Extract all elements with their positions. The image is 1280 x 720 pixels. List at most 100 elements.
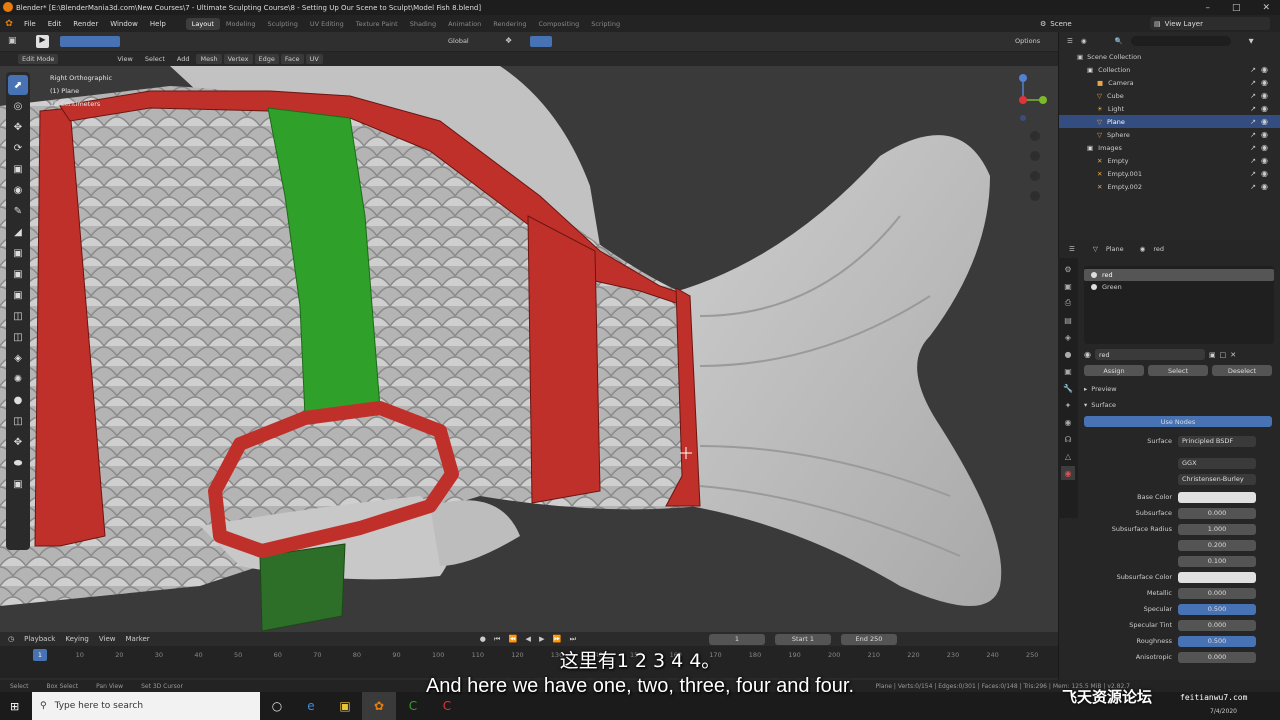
poly-build-icon[interactable]: ◈	[8, 348, 28, 368]
menu-mesh[interactable]: Mesh	[196, 54, 222, 64]
measure-icon[interactable]: ◢	[8, 222, 28, 242]
menu-playback[interactable]: Playback	[24, 635, 55, 643]
minimize-icon[interactable]: –	[1205, 3, 1210, 13]
selectable-icon[interactable]: ↗	[1250, 79, 1256, 87]
tab-animation[interactable]: Animation	[442, 18, 487, 30]
selectable-icon[interactable]: ↗	[1250, 92, 1256, 100]
current-frame-field[interactable]: 1	[708, 633, 765, 645]
material-slot-green[interactable]: Green	[1084, 281, 1274, 293]
visibility-eye-icon[interactable]: ◉	[1261, 143, 1268, 152]
scene-selector[interactable]: ⚙ Scene	[1040, 17, 1140, 30]
tab-layout[interactable]: Layout	[185, 17, 220, 30]
maximize-icon[interactable]: □	[1232, 3, 1241, 13]
outliner-item-empty-002[interactable]: ✕ Empty.002 ↗ ◉	[1059, 180, 1280, 193]
tab-texture-paint[interactable]: Texture Paint	[350, 18, 404, 30]
display-mode-icon[interactable]: ◉	[1081, 37, 1087, 45]
outliner-item-empty[interactable]: ✕ Empty ↗ ◉	[1059, 154, 1280, 167]
menu-face[interactable]: Face	[280, 54, 304, 64]
windows-start-icon[interactable]: ⊞	[10, 700, 19, 713]
distribution-field[interactable]: GGX	[1178, 457, 1256, 469]
deselect-button[interactable]: Deselect	[1212, 365, 1272, 376]
preview-panel-header[interactable]: ▸ Preview	[1084, 382, 1274, 396]
visibility-eye-icon[interactable]: ◉	[1261, 91, 1268, 100]
3d-viewport[interactable]	[0, 66, 1058, 632]
tab-scripting[interactable]: Scripting	[585, 18, 626, 30]
move-icon[interactable]: ✥	[8, 117, 28, 137]
blender-menu-icon[interactable]: ✿	[0, 19, 18, 29]
menu-marker[interactable]: Marker	[125, 635, 149, 643]
menu-view[interactable]: View	[112, 54, 137, 64]
transform-orientation[interactable]: Global	[448, 37, 469, 45]
outliner-editor-icon[interactable]: ☰	[1067, 37, 1073, 45]
menu-timeline-view[interactable]: View	[99, 635, 116, 643]
annotate-icon[interactable]: ✎	[8, 201, 28, 221]
world-tab-icon[interactable]: ●	[1061, 347, 1075, 361]
shader-input-field[interactable]: 1.000	[1178, 523, 1256, 535]
proportional-edit-icon[interactable]	[530, 36, 552, 47]
assign-button[interactable]: Assign	[1084, 365, 1144, 376]
select-button[interactable]: Select	[1148, 365, 1208, 376]
menu-render[interactable]: Render	[67, 20, 104, 28]
tab-compositing[interactable]: Compositing	[532, 18, 585, 30]
modifier-tab-icon[interactable]: 🔧	[1061, 381, 1075, 395]
editor-type-icon[interactable]: ▣	[8, 36, 17, 46]
scene-tab-icon[interactable]: ◈	[1061, 330, 1075, 344]
menu-uv[interactable]: UV	[305, 54, 323, 64]
particles-tab-icon[interactable]: ✦	[1061, 398, 1075, 412]
fake-user-icon[interactable]: □	[1220, 351, 1227, 359]
smooth-icon[interactable]: ●	[8, 390, 28, 410]
spin-icon[interactable]: ✺	[8, 369, 28, 389]
shader-input-field[interactable]: 0.200	[1178, 539, 1256, 551]
surface-panel-header[interactable]: ▾ Surface	[1084, 398, 1274, 412]
selectable-icon[interactable]: ↗	[1250, 131, 1256, 139]
extrude-icon[interactable]: ▣	[8, 243, 28, 263]
visibility-eye-icon[interactable]: ◉	[1261, 130, 1268, 139]
mode-selector[interactable]: Edit Mode	[18, 54, 59, 64]
menu-select[interactable]: Select	[140, 54, 170, 64]
browse-material-icon[interactable]: ◉	[1084, 350, 1091, 359]
tool-tab-icon[interactable]: ⚙	[1061, 262, 1075, 276]
inset-icon[interactable]: ▣	[8, 264, 28, 284]
outliner-item-sphere[interactable]: ▽ Sphere ↗ ◉	[1059, 128, 1280, 141]
selection-mode-icons[interactable]	[60, 36, 120, 47]
visibility-eye-icon[interactable]: ◉	[1261, 182, 1268, 191]
outliner-root[interactable]: ▣ Scene Collection	[1059, 50, 1280, 63]
menu-add[interactable]: Add	[172, 54, 195, 64]
unlink-material-icon[interactable]: ✕	[1230, 351, 1236, 359]
navigation-gizmo[interactable]	[1000, 70, 1053, 220]
rotate-icon[interactable]: ⟳	[8, 138, 28, 158]
loop-cut-icon[interactable]: ◫	[8, 306, 28, 326]
visibility-eye-icon[interactable]: ◉	[1261, 117, 1268, 126]
surface-shader-field[interactable]: Principled BSDF	[1178, 435, 1256, 447]
subsurface-method-field[interactable]: Christensen-Burley	[1178, 473, 1256, 485]
constraints-tab-icon[interactable]: ☊	[1061, 432, 1075, 446]
outliner-item-plane[interactable]: ▽ Plane ↗ ◉	[1059, 115, 1280, 128]
shader-input-field[interactable]: 0.100	[1178, 555, 1256, 567]
material-name-field[interactable]: red	[1094, 349, 1205, 360]
visibility-eye-icon[interactable]: ◉	[1261, 78, 1268, 87]
end-frame-field[interactable]: End 250	[840, 633, 897, 645]
data-tab-icon[interactable]: △	[1061, 449, 1075, 463]
menu-window[interactable]: Window	[104, 20, 144, 28]
select-tool-icon[interactable]: ▶	[36, 35, 49, 48]
selectable-icon[interactable]: ↗	[1250, 157, 1256, 165]
duplicate-material-icon[interactable]: ▣	[1209, 351, 1216, 359]
visibility-eye-icon[interactable]: ◉	[1261, 65, 1268, 74]
physics-tab-icon[interactable]: ◉	[1061, 415, 1075, 429]
edge-slide-icon[interactable]: ◫	[8, 411, 28, 431]
selectable-icon[interactable]: ↗	[1250, 183, 1256, 191]
properties-editor-icon[interactable]: ☰	[1069, 245, 1075, 253]
shader-input-field[interactable]: 0.500	[1178, 603, 1256, 615]
snap-icon[interactable]: ❖	[505, 36, 512, 45]
cursor-icon[interactable]: ◎	[8, 96, 28, 116]
visibility-eye-icon[interactable]: ◉	[1261, 169, 1268, 178]
shear-icon[interactable]: ⬬	[8, 453, 28, 473]
menu-file[interactable]: File	[18, 20, 42, 28]
view-layer-selector[interactable]: ▤ View Layer	[1150, 17, 1270, 30]
menu-help[interactable]: Help	[144, 20, 172, 28]
outliner-item-cube[interactable]: ▽ Cube ↗ ◉	[1059, 89, 1280, 102]
tab-uv-editing[interactable]: UV Editing	[304, 18, 350, 30]
view-layer-tab-icon[interactable]: ▤	[1061, 313, 1075, 327]
select-box-icon[interactable]: ⬈	[8, 75, 28, 95]
outliner-search-input[interactable]	[1130, 36, 1231, 46]
